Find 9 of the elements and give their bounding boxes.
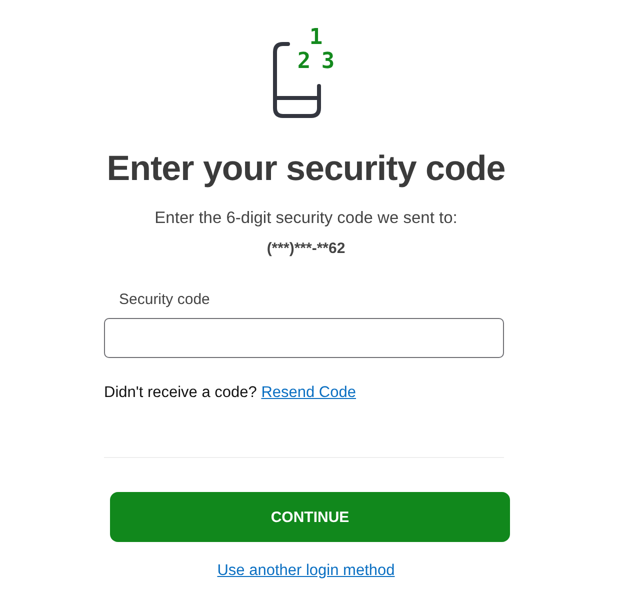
resend-prompt: Didn't receive a code? (104, 384, 257, 401)
alternate-login-link[interactable]: Use another login method (217, 562, 395, 580)
instruction-text: Enter the 6-digit security code we sent to: (154, 209, 458, 228)
field-label: Security code (119, 291, 210, 308)
masked-phone-number: (***)***-**62 (266, 240, 346, 257)
resend-code-link[interactable]: Resend Code (261, 384, 356, 401)
continue-button[interactable]: CONTINUE (110, 492, 510, 542)
page-title: Enter your security code (106, 149, 506, 189)
security-code-field[interactable] (104, 318, 504, 358)
